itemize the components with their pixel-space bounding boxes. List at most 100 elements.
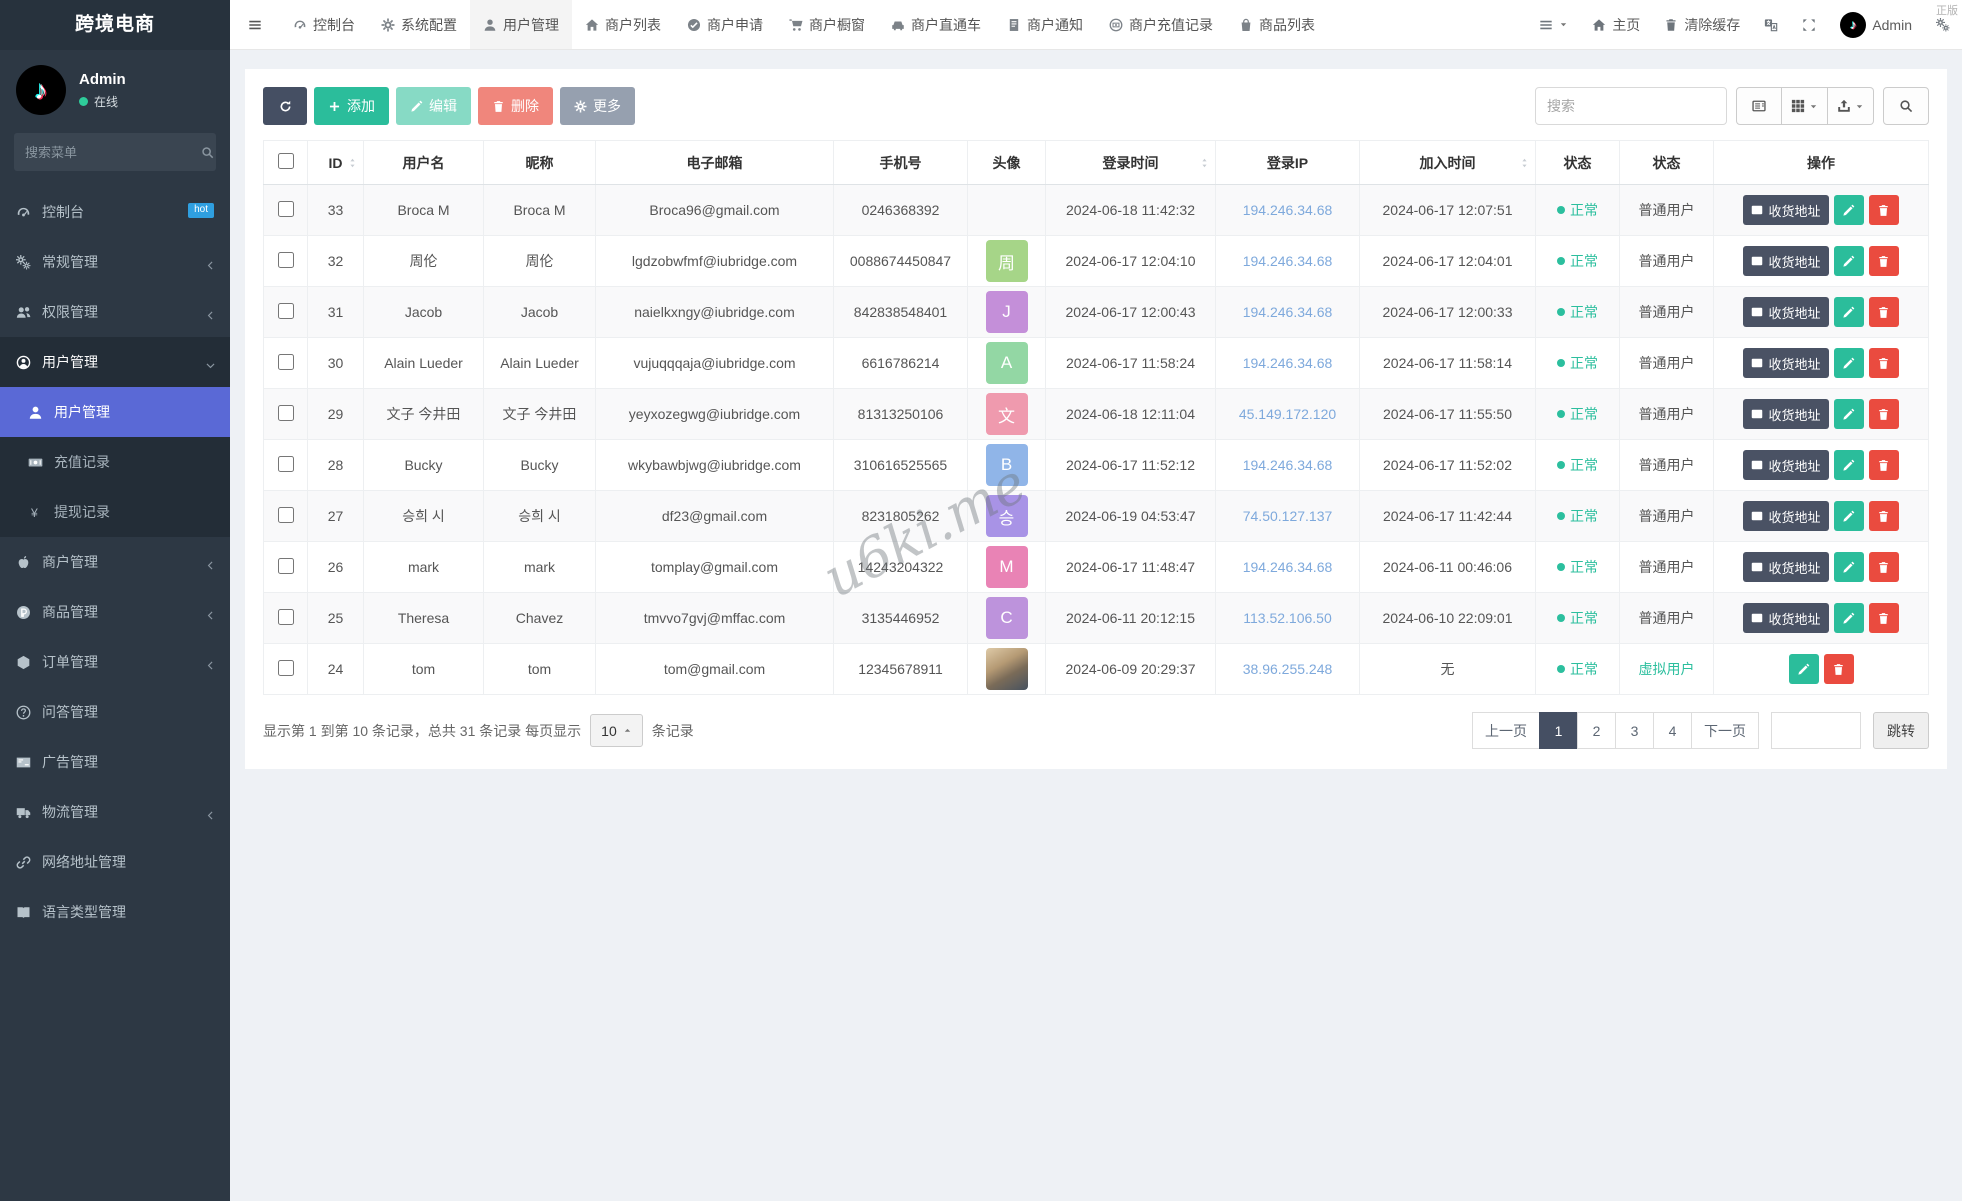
nav-tab-system-config[interactable]: 系统配置 — [368, 0, 470, 49]
address-button[interactable]: 收货地址 — [1743, 195, 1828, 225]
address-button[interactable]: 收货地址 — [1743, 501, 1828, 531]
nav-tab-merchant-notice[interactable]: 商户通知 — [994, 0, 1096, 49]
row-delete-button[interactable] — [1869, 348, 1899, 378]
jump-button[interactable]: 跳转 — [1873, 712, 1929, 749]
sidebar-item-ads[interactable]: 广告管理 — [0, 737, 230, 787]
ip-link[interactable]: 194.246.34.68 — [1243, 355, 1333, 371]
sidebar-item-language-type[interactable]: 语言类型管理 — [0, 887, 230, 937]
sidebar-item-orders[interactable]: 订单管理 — [0, 637, 230, 687]
address-button[interactable]: 收货地址 — [1743, 297, 1828, 327]
ip-link[interactable]: 113.52.106.50 — [1243, 610, 1332, 626]
ip-link[interactable]: 194.246.34.68 — [1243, 304, 1333, 320]
row-checkbox[interactable] — [278, 558, 294, 574]
toggle-view-button[interactable] — [1736, 87, 1782, 125]
nav-tab-merchant-recharge[interactable]: 商户充值记录 — [1096, 0, 1226, 49]
ip-link[interactable]: 45.149.172.120 — [1239, 406, 1336, 422]
sidebar-toggle-button[interactable] — [230, 0, 280, 49]
row-edit-button[interactable] — [1834, 552, 1864, 582]
row-edit-button[interactable] — [1834, 399, 1864, 429]
row-edit-button[interactable] — [1834, 246, 1864, 276]
sidebar-item-console[interactable]: 控制台hot — [0, 187, 230, 237]
nav-user-menu[interactable]: ♪ Admin — [1828, 0, 1924, 49]
nav-clear-cache-button[interactable]: 清除缓存 — [1652, 0, 1752, 49]
nav-tab-console[interactable]: 控制台 — [280, 0, 368, 49]
nav-tab-merchant-list[interactable]: 商户列表 — [572, 0, 674, 49]
nav-tab-goods-list[interactable]: 商品列表 — [1226, 0, 1328, 49]
page-button-2[interactable]: 2 — [1577, 712, 1616, 749]
refresh-button[interactable] — [263, 87, 307, 125]
nav-tab-user-management[interactable]: 用户管理 — [470, 0, 572, 49]
sidebar-item-auth[interactable]: 权限管理 — [0, 287, 230, 337]
ip-link[interactable]: 194.246.34.68 — [1243, 559, 1333, 575]
prev-page-button[interactable]: 上一页 — [1472, 712, 1540, 749]
more-button[interactable]: 更多 — [560, 87, 635, 125]
add-button[interactable]: 添加 — [314, 87, 389, 125]
column-header[interactable]: 加入时间 — [1360, 141, 1536, 185]
row-checkbox[interactable] — [278, 201, 294, 217]
row-edit-button[interactable] — [1834, 348, 1864, 378]
row-checkbox[interactable] — [278, 303, 294, 319]
address-button[interactable]: 收货地址 — [1743, 603, 1828, 633]
ip-link[interactable]: 194.246.34.68 — [1243, 202, 1333, 218]
sidebar-item-goods[interactable]: 商品管理 — [0, 587, 230, 637]
nav-tab-merchant-express[interactable]: 商户直通车 — [878, 0, 994, 49]
row-delete-button[interactable] — [1824, 654, 1854, 684]
user-avatar[interactable]: ♪ — [16, 65, 66, 115]
sidebar-item-network-address[interactable]: 网络地址管理 — [0, 837, 230, 887]
export-button[interactable] — [1828, 87, 1874, 125]
ip-link[interactable]: 38.96.255.248 — [1243, 661, 1333, 677]
sidebar-item-general[interactable]: 常规管理 — [0, 237, 230, 287]
sidebar-item-qa[interactable]: 问答管理 — [0, 687, 230, 737]
page-size-select[interactable]: 10 — [590, 714, 643, 747]
sidebar-item-user-list[interactable]: 用户管理 — [0, 387, 230, 437]
nav-fullscreen-button[interactable] — [1790, 0, 1828, 49]
columns-button[interactable] — [1782, 87, 1828, 125]
sidebar-item-merchant[interactable]: 商户管理 — [0, 537, 230, 587]
row-edit-button[interactable] — [1834, 501, 1864, 531]
nav-menu-dropdown[interactable] — [1527, 0, 1580, 49]
delete-button[interactable]: 删除 — [478, 87, 553, 125]
row-delete-button[interactable] — [1869, 195, 1899, 225]
row-edit-button[interactable] — [1834, 603, 1864, 633]
ip-link[interactable]: 194.246.34.68 — [1243, 253, 1333, 269]
row-delete-button[interactable] — [1869, 501, 1899, 531]
sidebar-item-user-group[interactable]: 用户管理 — [0, 337, 230, 387]
row-delete-button[interactable] — [1869, 246, 1899, 276]
column-header[interactable]: ID — [308, 141, 364, 185]
page-button-4[interactable]: 4 — [1653, 712, 1692, 749]
row-checkbox[interactable] — [278, 456, 294, 472]
column-header[interactable]: 登录时间 — [1046, 141, 1216, 185]
address-button[interactable]: 收货地址 — [1743, 552, 1828, 582]
row-edit-button[interactable] — [1834, 450, 1864, 480]
address-button[interactable]: 收货地址 — [1743, 246, 1828, 276]
page-button-3[interactable]: 3 — [1615, 712, 1654, 749]
address-button[interactable]: 收货地址 — [1743, 399, 1828, 429]
select-all-checkbox[interactable] — [278, 153, 294, 169]
row-delete-button[interactable] — [1869, 450, 1899, 480]
sidebar-search-input[interactable] — [25, 145, 201, 160]
nav-tab-merchant-showcase[interactable]: 商户橱窗 — [776, 0, 878, 49]
next-page-button[interactable]: 下一页 — [1691, 712, 1759, 749]
nav-home-button[interactable]: 主页 — [1580, 0, 1652, 49]
page-button-1[interactable]: 1 — [1539, 712, 1578, 749]
row-delete-button[interactable] — [1869, 399, 1899, 429]
ip-link[interactable]: 74.50.127.137 — [1243, 508, 1333, 524]
advanced-search-button[interactable] — [1883, 87, 1929, 125]
edit-button[interactable]: 编辑 — [396, 87, 471, 125]
sidebar-item-logistics[interactable]: 物流管理 — [0, 787, 230, 837]
row-checkbox[interactable] — [278, 405, 294, 421]
jump-page-input[interactable] — [1771, 712, 1861, 749]
row-delete-button[interactable] — [1869, 603, 1899, 633]
address-button[interactable]: 收货地址 — [1743, 450, 1828, 480]
nav-translate-button[interactable] — [1752, 0, 1790, 49]
row-delete-button[interactable] — [1869, 552, 1899, 582]
ip-link[interactable]: 194.246.34.68 — [1243, 457, 1333, 473]
row-checkbox[interactable] — [278, 354, 294, 370]
sidebar-item-withdraw-records[interactable]: ¥提现记录 — [0, 487, 230, 537]
row-edit-button[interactable] — [1834, 195, 1864, 225]
row-edit-button[interactable] — [1834, 297, 1864, 327]
nav-tab-merchant-apply[interactable]: 商户申请 — [674, 0, 776, 49]
address-button[interactable]: 收货地址 — [1743, 348, 1828, 378]
row-edit-button[interactable] — [1789, 654, 1819, 684]
row-checkbox[interactable] — [278, 252, 294, 268]
